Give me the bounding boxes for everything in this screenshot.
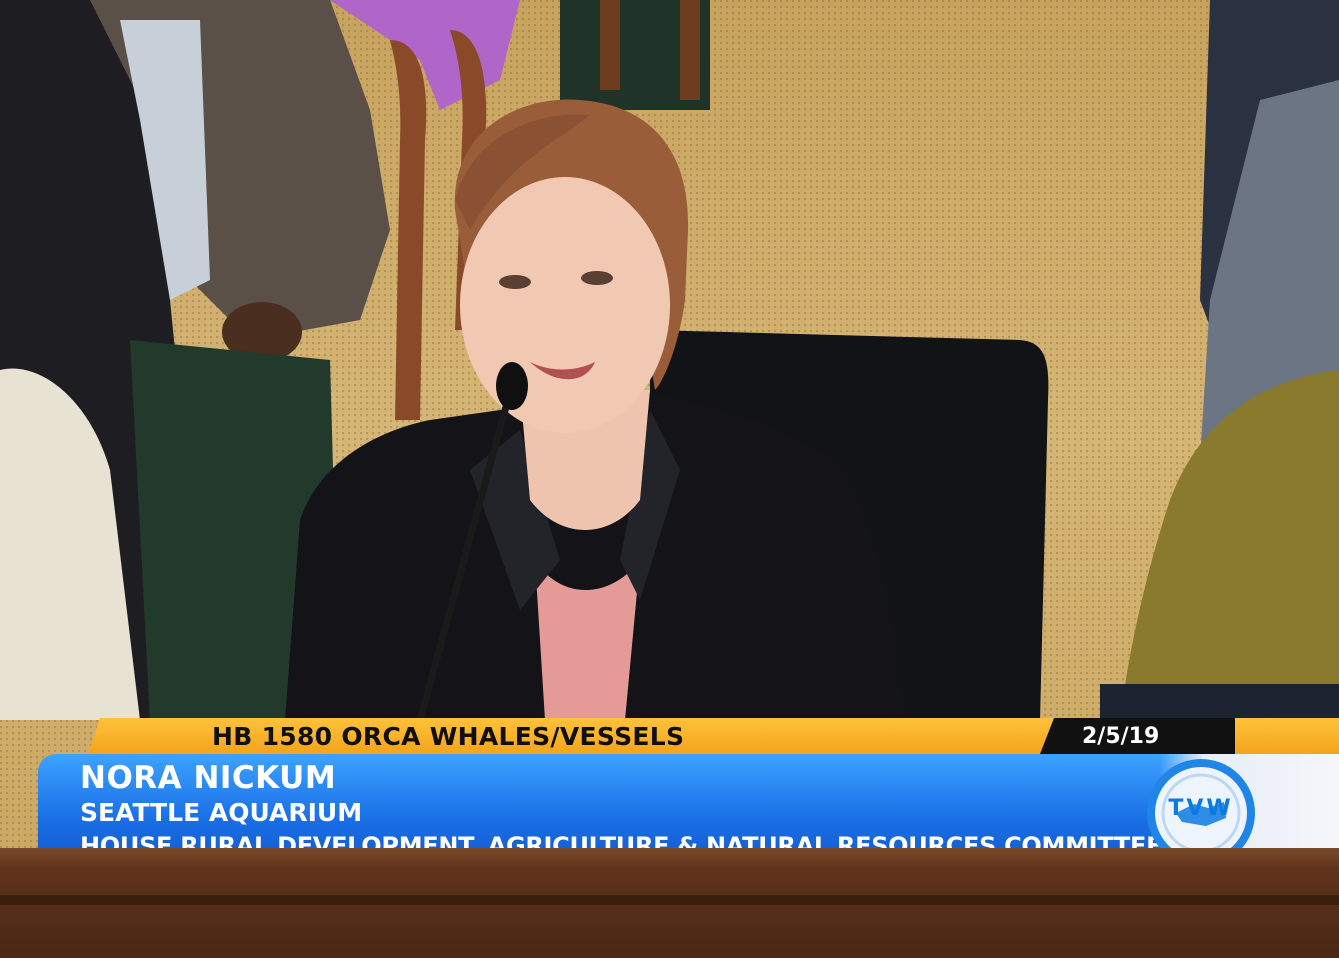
microphone-head (496, 362, 528, 410)
bill-topic-text: HB 1580 ORCA WHALES/VESSELS (212, 722, 685, 751)
speaker-eye (499, 275, 531, 289)
speaker-organization: SEATTLE AQUARIUM (80, 798, 363, 827)
broadcast-date: 2/5/19 (1082, 724, 1160, 749)
desk-edge (0, 895, 1339, 905)
chair-arm-wood (390, 40, 427, 420)
speaker-eye (581, 271, 613, 285)
speaker-name: NORA NICKUM (80, 760, 337, 796)
audience-right-patterned-top (1120, 370, 1339, 720)
speaker-face (460, 177, 670, 433)
tvw-logo-text: TVW (1168, 796, 1234, 821)
video-frame: HB 1580 ORCA WHALES/VESSELS 2/5/19 NORA … (0, 0, 1339, 958)
